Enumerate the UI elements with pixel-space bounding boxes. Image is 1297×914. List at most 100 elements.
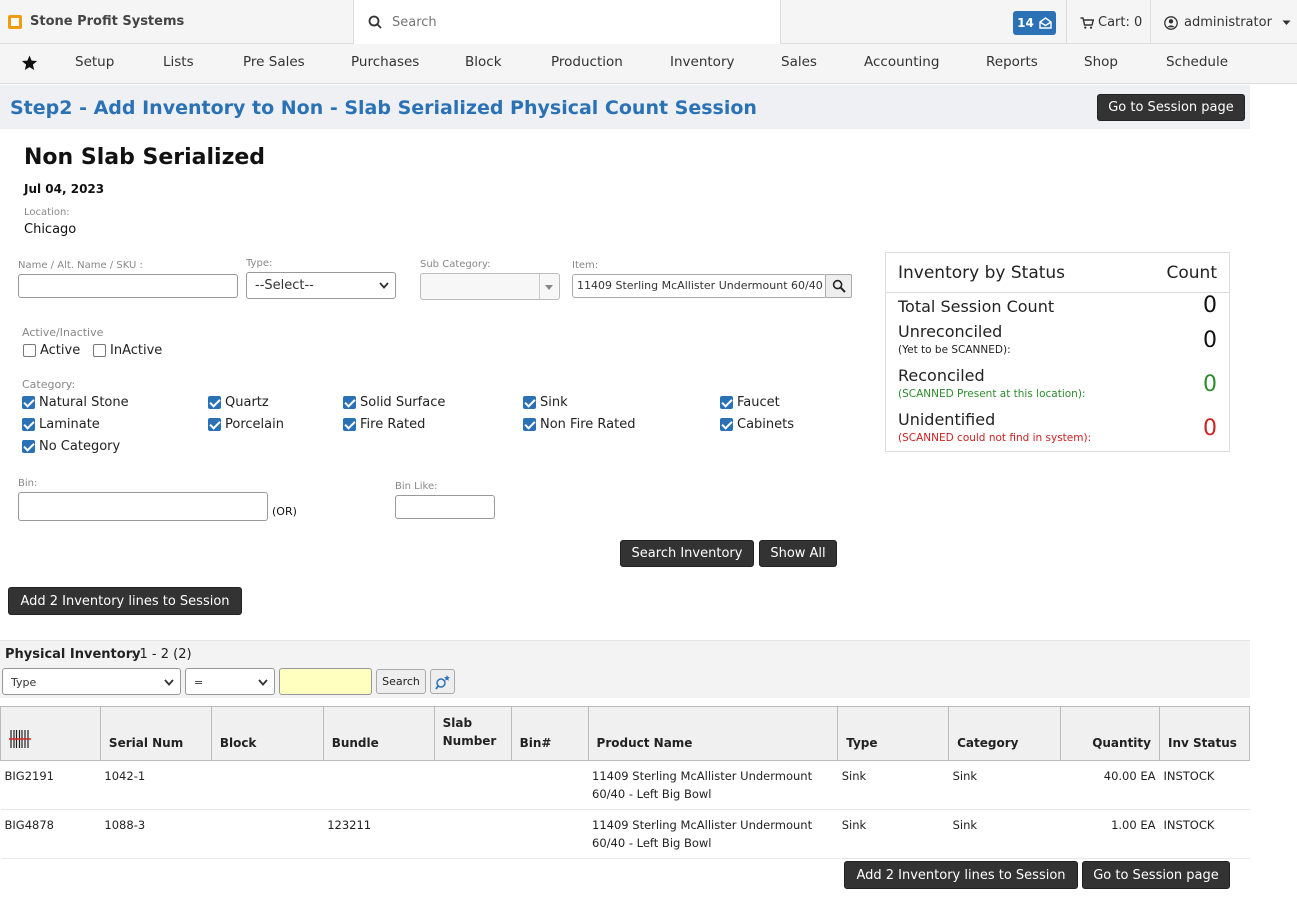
reconciled-label: Reconciled (898, 366, 985, 385)
header-bundle[interactable]: Bundle (322, 706, 435, 761)
cell-block (211, 760, 324, 810)
item-search-button[interactable] (825, 274, 852, 298)
category-porcelain[interactable]: Porcelain (208, 417, 284, 432)
inactive-checkbox[interactable]: InActive (93, 343, 162, 358)
cell-serial-num: 1088-3 (100, 809, 212, 859)
category-no-category[interactable]: No Category (22, 439, 120, 454)
category-fire-rated[interactable]: Fire Rated (343, 417, 425, 432)
global-search[interactable] (353, 0, 781, 44)
go-to-session-button-bottom[interactable]: Go to Session page (1082, 861, 1230, 889)
barcode-column-header[interactable] (0, 706, 101, 761)
category-quartz[interactable]: Quartz (208, 395, 269, 410)
bin-input[interactable] (18, 492, 268, 521)
search-inventory-button[interactable]: Search Inventory (620, 540, 754, 567)
status-panel-title: Inventory by Status (898, 263, 1066, 283)
user-menu[interactable]: administrator (1164, 15, 1291, 30)
nav-purchases[interactable]: Purchases (351, 54, 419, 70)
unreconciled-count: 0 (1203, 328, 1217, 353)
name-sku-input[interactable] (18, 274, 238, 298)
or-label: (OR) (272, 505, 297, 518)
header-category[interactable]: Category (948, 706, 1062, 761)
cell-serial-num: 1042-1 (100, 760, 212, 810)
cell-inv-status: INSTOCK (1159, 809, 1250, 859)
category-sink[interactable]: Sink (523, 395, 568, 410)
reconciled-count: 0 (1203, 372, 1217, 397)
global-search-input[interactable] (392, 14, 752, 30)
grid-filter-field-select[interactable]: Type (2, 668, 181, 695)
brand-logo[interactable]: Stone Profit Systems (8, 14, 184, 29)
cell-category: Sink (948, 760, 1061, 810)
notification-count: 14 (1017, 16, 1034, 30)
category-non-fire-rated[interactable]: Non Fire Rated (523, 417, 635, 432)
add-inventory-lines-button-top[interactable]: Add 2 Inventory lines to Session (8, 587, 242, 615)
header-slab-number[interactable]: Slab Number (433, 706, 512, 761)
item-value: 11409 Sterling McAllister Undermount 60/… (577, 279, 827, 292)
magnifier-icon (832, 279, 846, 293)
cell-type: Sink (837, 760, 949, 810)
table-row[interactable]: BIG2191 1042-1 11409 Sterling McAllister… (0, 760, 1250, 810)
nav-setup[interactable]: Setup (75, 54, 114, 70)
divider (1150, 0, 1151, 44)
advanced-search-button[interactable] (430, 669, 455, 694)
grid-filter-value-input[interactable] (279, 668, 372, 695)
caret-down-icon (545, 285, 553, 290)
nav-inventory[interactable]: Inventory (670, 54, 734, 70)
cell-slab-number (434, 760, 512, 810)
table-row[interactable]: BIG4878 1088-3 123211 11409 Sterling McA… (0, 809, 1250, 859)
unidentified-sub: (SCANNED could not find in system): (898, 432, 1092, 444)
go-to-session-button[interactable]: Go to Session page (1097, 94, 1245, 121)
show-all-button[interactable]: Show All (759, 540, 837, 567)
nav-block[interactable]: Block (465, 54, 502, 70)
notifications-button[interactable]: 14 (1013, 11, 1056, 35)
physical-inventory-range: : 1 - 2 (2) (131, 647, 192, 662)
nav-shop[interactable]: Shop (1084, 54, 1118, 70)
chevron-down-icon (164, 679, 174, 686)
favorites-star-icon[interactable] (21, 55, 38, 71)
header-type[interactable]: Type (837, 706, 950, 761)
category-cabinets[interactable]: Cabinets (720, 417, 794, 432)
type-select[interactable]: --Select-- (246, 272, 396, 299)
subcategory-select[interactable] (420, 273, 560, 300)
table-header-row: Serial Num Block Bundle Slab Number Bin#… (0, 706, 1251, 761)
header-inv-status[interactable]: Inv Status (1158, 706, 1251, 761)
category-laminate[interactable]: Laminate (22, 417, 100, 432)
nav-schedule[interactable]: Schedule (1166, 54, 1228, 70)
category-solid-surface[interactable]: Solid Surface (343, 395, 445, 410)
header-product-name[interactable]: Product Name (587, 706, 839, 761)
nav-accounting[interactable]: Accounting (864, 54, 939, 70)
grid-search-button[interactable]: Search (376, 669, 426, 694)
active-checkbox[interactable]: Active (23, 343, 80, 358)
category-faucet[interactable]: Faucet (720, 395, 780, 410)
nav-sales[interactable]: Sales (781, 54, 817, 70)
cart-label: Cart: 0 (1098, 15, 1143, 30)
logo-icon (8, 14, 22, 29)
header-quantity[interactable]: Quantity (1060, 706, 1160, 761)
total-session-count: 0 (1203, 293, 1217, 318)
unreconciled-sub: (Yet to be SCANNED): (898, 344, 1011, 356)
grid-filter-operator-select[interactable]: = (185, 668, 275, 695)
item-input[interactable]: 11409 Sterling McAllister Undermount 60/… (572, 274, 827, 298)
cell-barcode: BIG4878 (0, 809, 101, 859)
add-inventory-lines-button-bottom[interactable]: Add 2 Inventory lines to Session (844, 861, 1078, 889)
barcode-icon (9, 730, 31, 748)
unidentified-label: Unidentified (898, 410, 996, 429)
header-bin[interactable]: Bin# (510, 706, 589, 761)
inventory-table: Serial Num Block Bundle Slab Number Bin#… (0, 706, 1251, 859)
category-natural-stone[interactable]: Natural Stone (22, 395, 129, 410)
cell-product-name: 11409 Sterling McAllister Undermount 60/… (588, 760, 838, 810)
cell-type: Sink (837, 809, 949, 859)
nav-pre-sales[interactable]: Pre Sales (243, 54, 305, 70)
name-sku-label: Name / Alt. Name / SKU : (18, 260, 143, 271)
bin-label: Bin: (18, 478, 38, 489)
nav-lists[interactable]: Lists (163, 54, 194, 70)
header-serial-num[interactable]: Serial Num (99, 706, 212, 761)
header-block[interactable]: Block (210, 706, 324, 761)
type-label: Type: (246, 258, 273, 269)
cart-button[interactable]: Cart: 0 (1080, 15, 1142, 30)
nav-production[interactable]: Production (551, 54, 623, 70)
nav-reports[interactable]: Reports (986, 54, 1038, 70)
bin-like-input[interactable] (395, 495, 495, 519)
cell-bin (511, 809, 589, 859)
search-icon (368, 15, 382, 29)
physical-inventory-label: Physical Inventory (5, 647, 141, 662)
